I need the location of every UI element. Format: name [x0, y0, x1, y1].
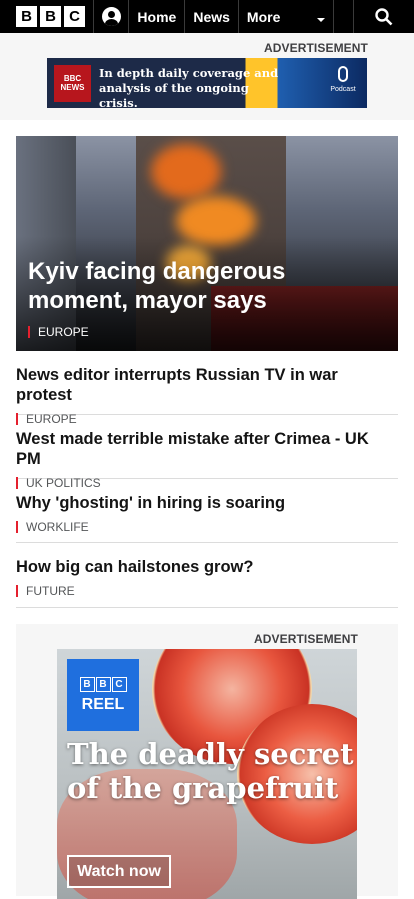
- list-item[interactable]: West made terrible mistake after Crimea …: [16, 429, 398, 489]
- story-headline[interactable]: West made terrible mistake after Crimea …: [16, 429, 398, 469]
- story-headline[interactable]: Why 'ghosting' in hiring is soaring: [16, 493, 398, 513]
- nav-news-link[interactable]: News: [185, 0, 239, 33]
- nav-more-menu[interactable]: More: [239, 0, 334, 33]
- hero-story[interactable]: Kyiv facing dangerous moment, mayor says…: [16, 136, 398, 351]
- story-section-tag[interactable]: WORKLIFE: [16, 521, 398, 533]
- logo-letter: B: [40, 6, 61, 27]
- list-item[interactable]: How big can hailstones grow? FUTURE: [16, 557, 398, 608]
- hero-image-fire: [151, 144, 221, 199]
- watch-now-button[interactable]: Watch now: [67, 855, 171, 888]
- reel-logo-letter: B: [79, 677, 95, 692]
- list-item[interactable]: News editor interrupts Russian TV in war…: [16, 365, 398, 425]
- list-item[interactable]: Why 'ghosting' in hiring is soaring WORK…: [16, 493, 398, 543]
- hero-headline[interactable]: Kyiv facing dangerous moment, mayor says: [28, 257, 328, 315]
- podcast-ad-banner[interactable]: BBC NEWS In depth daily coverage and ana…: [47, 58, 367, 108]
- bbc-news-logo-line2: NEWS: [60, 82, 85, 92]
- ad-label: ADVERTISEMENT: [254, 632, 358, 646]
- top-navigation: B B C Home News More: [0, 0, 414, 33]
- reel-logo-letter: C: [111, 677, 127, 692]
- reel-logo-word: REEL: [81, 696, 125, 713]
- microphone-icon: [338, 66, 348, 82]
- podcast-label: Podcast: [330, 86, 356, 93]
- bbc-logo[interactable]: B B C: [0, 0, 94, 33]
- story-section-tag[interactable]: UK POLITICS: [16, 477, 398, 489]
- story-headline[interactable]: News editor interrupts Russian TV in war…: [16, 365, 398, 405]
- ad-label: ADVERTISEMENT: [264, 41, 368, 55]
- nav-divider: [334, 0, 354, 33]
- search-icon: [375, 7, 393, 25]
- chevron-down-icon: [316, 17, 325, 22]
- podcast-badge: Podcast: [325, 64, 361, 102]
- bottom-advertisement: ADVERTISEMENT B B C REEL The deadly secr…: [16, 624, 398, 899]
- logo-letter: C: [64, 6, 85, 27]
- logo-letter: B: [16, 6, 37, 27]
- bbc-reel-ad[interactable]: B B C REEL The deadly secret of the grap…: [57, 649, 357, 899]
- ad-text: In depth daily coverage and analysis of …: [99, 66, 279, 108]
- nav-more-label: More: [246, 8, 281, 25]
- search-button[interactable]: [354, 0, 414, 33]
- reel-logo-letter: B: [95, 677, 111, 692]
- top-advertisement: ADVERTISEMENT BBC NEWS In depth daily co…: [0, 33, 414, 120]
- account-icon: [101, 7, 121, 26]
- reel-ad-headline: The deadly secret of the grapefruit: [67, 737, 354, 805]
- nav-home-link[interactable]: Home: [129, 0, 186, 33]
- bbc-news-logo: BBC NEWS: [54, 65, 91, 102]
- story-section-tag[interactable]: FUTURE: [16, 585, 398, 597]
- hero-section-tag[interactable]: EUROPE: [28, 326, 89, 338]
- account-button[interactable]: [94, 0, 130, 33]
- story-section-tag[interactable]: EUROPE: [16, 413, 398, 425]
- bbc-reel-logo: B B C REEL: [67, 659, 139, 731]
- story-headline[interactable]: How big can hailstones grow?: [16, 557, 398, 577]
